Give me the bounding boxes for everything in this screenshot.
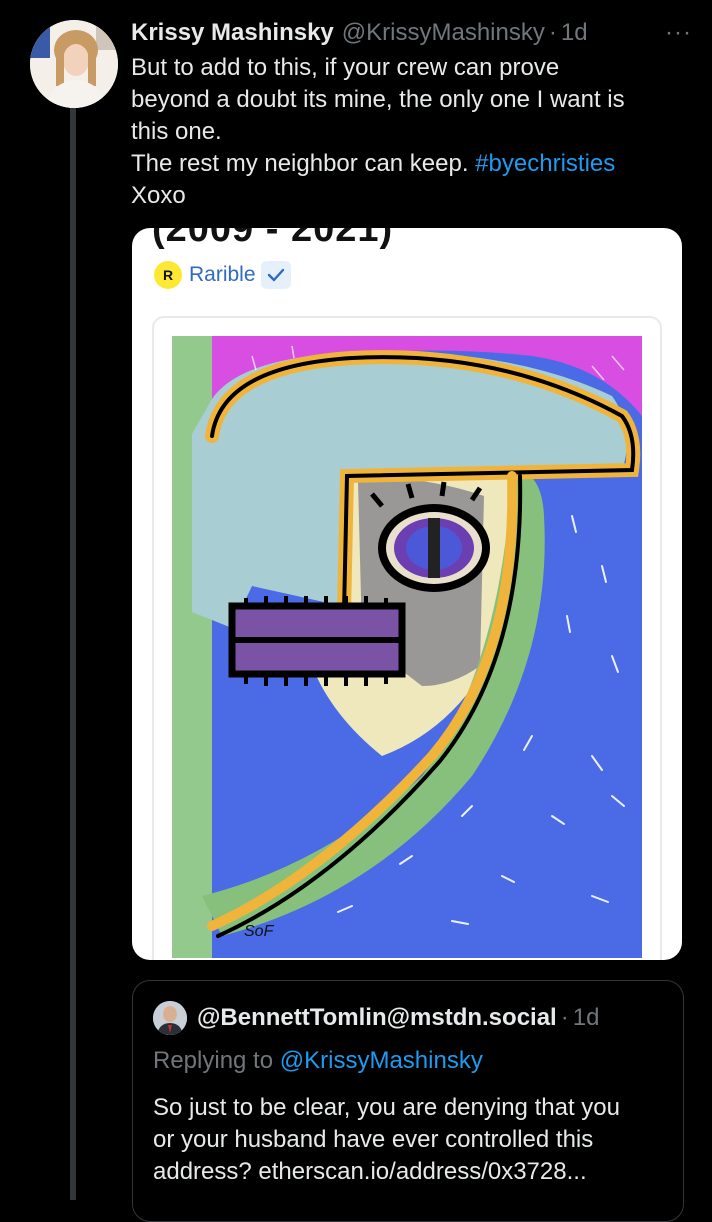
verified-check-icon bbox=[260, 261, 291, 289]
quoted-text-line: So just to be clear, you are denying tha… bbox=[153, 1094, 620, 1121]
meta-separator: · bbox=[560, 1004, 569, 1031]
source-row: R Rarible bbox=[154, 260, 291, 290]
avatar[interactable] bbox=[30, 20, 118, 108]
quoted-text-line: or your husband have ever controlled thi… bbox=[153, 1126, 594, 1153]
rarible-logo-icon: R bbox=[154, 261, 182, 289]
quoted-tweet[interactable]: @BennettTomlin@mstdn.social · 1d Replyin… bbox=[132, 980, 684, 1222]
avatar-photo bbox=[30, 20, 118, 108]
hashtag-link[interactable]: #byechristies bbox=[475, 150, 615, 177]
artwork-image: SoF bbox=[172, 336, 642, 958]
more-horizontal-icon[interactable]: ··· bbox=[665, 16, 692, 50]
tweet-header: Krissy Mashinsky @KrissyMashinsky · 1d ·… bbox=[131, 16, 696, 50]
quoted-text-line: address? etherscan.io/address/0x3728... bbox=[153, 1158, 587, 1185]
replying-to-mention[interactable]: @KrissyMashinsky bbox=[280, 1047, 483, 1074]
card-cutoff-title: (2009 - 2021) bbox=[152, 228, 394, 250]
tweet-text-line: But to add to this, if your crew can pro… bbox=[131, 54, 560, 81]
quoted-tweet-header: @BennettTomlin@mstdn.social · 1d bbox=[153, 1001, 599, 1035]
replying-to: Replying to @KrissyMashinsky bbox=[153, 1047, 483, 1075]
author-display-name[interactable]: Krissy Mashinsky bbox=[131, 16, 334, 50]
tweet-text-line: this one. bbox=[131, 118, 222, 145]
tweet-text: But to add to this, if your crew can pro… bbox=[131, 52, 691, 212]
quoted-tweet-text: So just to be clear, you are denying tha… bbox=[153, 1092, 668, 1188]
embedded-image-card[interactable]: (2009 - 2021) R Rarible SoF bbox=[132, 228, 682, 960]
tweet-text-line: Xoxo bbox=[131, 182, 186, 209]
quoted-author-avatar[interactable] bbox=[153, 1001, 187, 1035]
author-handle[interactable]: @KrissyMashinsky bbox=[342, 16, 545, 50]
tweet-text-line: beyond a doubt its mine, the only one I … bbox=[131, 86, 625, 113]
replying-to-label: Replying to bbox=[153, 1047, 280, 1074]
quoted-author-name[interactable]: @BennettTomlin@mstdn.social bbox=[197, 1004, 557, 1032]
meta-separator: · bbox=[548, 19, 557, 46]
source-name: Rarible bbox=[189, 263, 256, 286]
tweet-text-line: The rest my neighbor can keep. #byechris… bbox=[131, 148, 691, 180]
tweet-timestamp[interactable]: 1d bbox=[561, 16, 588, 50]
artwork-signature: SoF bbox=[244, 923, 275, 940]
quoted-timestamp[interactable]: 1d bbox=[573, 1004, 600, 1032]
tweet-text-segment: The rest my neighbor can keep. bbox=[131, 150, 476, 177]
thread-connector-line bbox=[70, 90, 76, 1200]
